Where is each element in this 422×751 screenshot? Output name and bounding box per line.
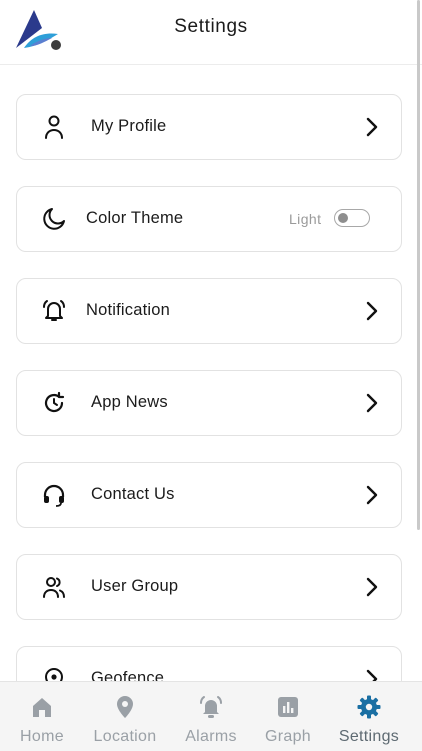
contact-us-row[interactable]: Contact Us (16, 462, 402, 528)
theme-toggle-label: Light (289, 211, 322, 227)
app-header: Settings (0, 0, 422, 65)
bell-ringing-icon (41, 298, 67, 324)
user-group-label: User Group (91, 577, 179, 595)
geofence-label: Geofence (91, 669, 165, 681)
chevron-right-icon (365, 393, 379, 413)
moon-icon (41, 206, 67, 232)
tab-location-label: Location (93, 728, 157, 745)
page-title: Settings (174, 16, 248, 37)
headset-icon (41, 482, 67, 508)
color-theme-row: Color Theme Light (16, 186, 402, 252)
tab-home-label: Home (20, 728, 64, 745)
my-profile-label: My Profile (91, 117, 167, 135)
home-icon (29, 694, 55, 720)
app-news-row[interactable]: App News (16, 370, 402, 436)
refresh-clock-icon (41, 390, 67, 416)
color-theme-label: Color Theme (86, 209, 184, 227)
tab-settings[interactable]: Settings (339, 682, 399, 751)
contact-us-label: Contact Us (91, 485, 175, 503)
settings-list: My Profile Color Theme Light Notificatio… (0, 0, 422, 681)
chevron-right-icon (365, 485, 379, 505)
toggle-knob (338, 212, 348, 223)
geofence-row[interactable]: Geofence (16, 646, 402, 681)
chevron-right-icon (365, 577, 379, 597)
chevron-right-icon (365, 117, 379, 137)
my-profile-row[interactable]: My Profile (16, 94, 402, 160)
bar-chart-icon (275, 694, 301, 720)
tab-alarms[interactable]: Alarms (185, 682, 236, 751)
chevron-right-icon (365, 301, 379, 321)
notification-label: Notification (86, 301, 171, 319)
alarm-bell-icon (198, 694, 224, 720)
chevron-right-icon (365, 669, 379, 681)
scrollbar[interactable] (417, 0, 420, 530)
tab-alarms-label: Alarms (185, 728, 237, 745)
tab-graph[interactable]: Graph (265, 682, 311, 751)
users-icon (41, 574, 67, 600)
tab-graph-label: Graph (265, 728, 311, 745)
user-group-row[interactable]: User Group (16, 554, 402, 620)
tab-settings-label: Settings (338, 728, 400, 745)
app-news-label: App News (91, 393, 168, 411)
tab-location[interactable]: Location (94, 682, 156, 751)
theme-toggle[interactable] (334, 209, 370, 227)
gear-icon (356, 694, 382, 720)
notification-row[interactable]: Notification (16, 278, 402, 344)
bottom-tab-bar: Home Location Alarms Graph Settings (0, 681, 422, 751)
location-pin-icon (112, 694, 138, 720)
user-icon (41, 114, 67, 140)
location-target-icon (41, 666, 67, 681)
tab-home[interactable]: Home (20, 682, 64, 751)
